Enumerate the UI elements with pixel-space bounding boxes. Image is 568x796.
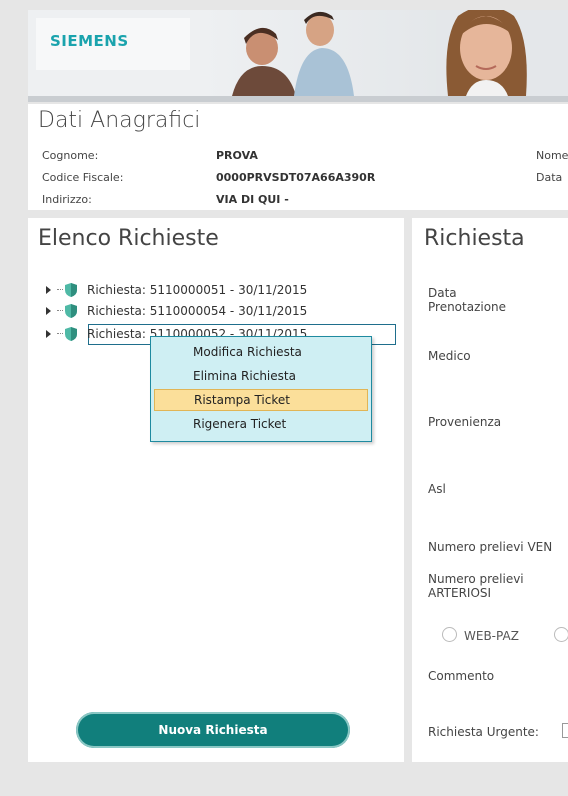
provenienza-label: Provenienza: [428, 415, 502, 429]
tree-item-label: Richiesta: 5110000054 - 30/11/2015: [87, 303, 308, 318]
indirizzo-value: VIA DI QUI -: [216, 193, 289, 206]
elenco-richieste-panel: Elenco Richieste Richiesta: 5110000051 -…: [28, 218, 404, 762]
codice-fiscale-label: Codice Fiscale:: [42, 171, 124, 184]
dati-anagrafici-title: Dati Anagrafici: [38, 108, 201, 133]
tree-item-label: Richiesta: 5110000051 - 30/11/2015: [87, 282, 308, 297]
context-menu: Modifica Richiesta Elimina Richiesta Ris…: [150, 336, 372, 442]
numero-prelievi-venosi-label: Numero prelievi VEN: [428, 540, 553, 554]
numero-prelievi-arteriosi-label: Numero prelievi ARTERIOSI: [428, 572, 524, 600]
menu-item-rigenera-ticket[interactable]: Rigenera Ticket: [154, 413, 368, 435]
data-prenotazione-label: Data Prenotazione: [428, 286, 507, 314]
nome-label: Nome: [536, 149, 568, 162]
header-photo: [196, 10, 568, 96]
expand-arrow-icon[interactable]: [46, 306, 51, 315]
tree-item-richiesta[interactable]: Richiesta: 5110000054 - 30/11/2015: [44, 302, 307, 319]
second-option-radio[interactable]: [554, 627, 568, 642]
indirizzo-label: Indirizzo:: [42, 193, 92, 206]
codice-fiscale-value: 0000PRVSDT07A66A390R: [216, 171, 376, 184]
menu-item-ristampa-ticket[interactable]: Ristampa Ticket: [154, 389, 368, 411]
dati-anagrafici-panel: Dati Anagrafici Cognome: PROVA Codice Fi…: [28, 104, 568, 210]
cognome-value: PROVA: [216, 149, 258, 162]
web-paz-label: WEB-PAZ: [464, 629, 519, 643]
richiesta-urgente-label: Richiesta Urgente:: [428, 725, 539, 739]
shield-icon: [65, 326, 77, 341]
commento-label: Commento: [428, 669, 495, 683]
menu-item-modifica-richiesta[interactable]: Modifica Richiesta: [154, 341, 368, 363]
tree-item-richiesta[interactable]: Richiesta: 5110000051 - 30/11/2015: [44, 281, 307, 298]
nuova-richiesta-button[interactable]: Nuova Richiesta: [76, 712, 350, 748]
elenco-richieste-title: Elenco Richieste: [38, 226, 219, 251]
data-nascita-label: Data: [536, 171, 563, 184]
menu-item-elimina-richiesta[interactable]: Elimina Richiesta: [154, 365, 368, 387]
richiesta-panel: Richiesta Data Prenotazione Medico Prove…: [412, 218, 568, 762]
app-header: SIEMENS: [28, 10, 568, 102]
richiesta-title: Richiesta: [424, 226, 525, 251]
shield-icon: [65, 303, 77, 318]
web-paz-radio[interactable]: [442, 627, 457, 642]
expand-arrow-icon[interactable]: [46, 285, 51, 294]
siemens-logo: SIEMENS: [50, 32, 129, 50]
expand-arrow-icon[interactable]: [46, 329, 51, 338]
richiesta-urgente-checkbox[interactable]: [562, 723, 568, 738]
medico-label: Medico: [428, 349, 471, 363]
asl-label: Asl: [428, 482, 446, 496]
shield-icon: [65, 282, 77, 297]
cognome-label: Cognome:: [42, 149, 99, 162]
